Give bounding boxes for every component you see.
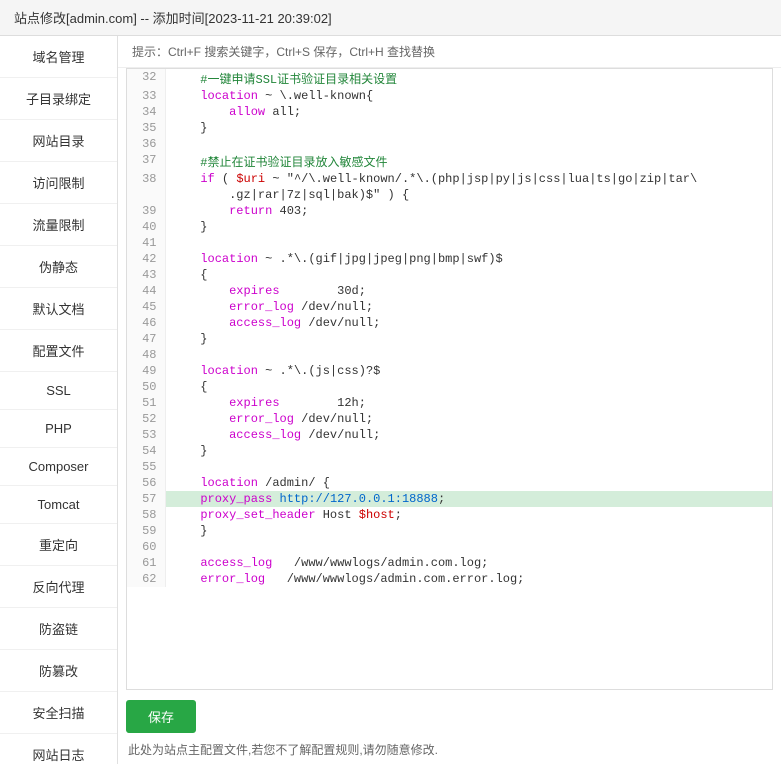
- line-number: 40: [127, 219, 165, 235]
- line-number: 62: [127, 571, 165, 587]
- sidebar-item-配置文件[interactable]: 配置文件: [0, 330, 117, 372]
- line-number: 50: [127, 379, 165, 395]
- line-code: access_log /dev/null;: [165, 315, 772, 331]
- line-code: proxy_set_header Host $host;: [165, 507, 772, 523]
- line-number: 60: [127, 539, 165, 555]
- sidebar-item-防篡改[interactable]: 防篡改: [0, 650, 117, 692]
- line-code: {: [165, 267, 772, 283]
- line-code: [165, 539, 772, 555]
- line-number: 49: [127, 363, 165, 379]
- line-code: #禁止在证书验证目录放入敏感文件: [165, 152, 772, 171]
- sidebar-item-重定向[interactable]: 重定向: [0, 524, 117, 566]
- line-number: 37: [127, 152, 165, 171]
- line-number: 32: [127, 69, 165, 88]
- line-code: }: [165, 120, 772, 136]
- line-number: 52: [127, 411, 165, 427]
- sidebar-item-伪静态[interactable]: 伪静态: [0, 246, 117, 288]
- line-code: access_log /dev/null;: [165, 427, 772, 443]
- line-number: 34: [127, 104, 165, 120]
- sidebar-item-网站日志[interactable]: 网站日志: [0, 734, 117, 764]
- line-number: 42: [127, 251, 165, 267]
- line-code: error_log /dev/null;: [165, 411, 772, 427]
- line-number: 35: [127, 120, 165, 136]
- line-code: [165, 347, 772, 363]
- sidebar-item-安全扫描[interactable]: 安全扫描: [0, 692, 117, 734]
- sidebar-item-PHP[interactable]: PHP: [0, 410, 117, 448]
- sidebar-item-Tomcat[interactable]: Tomcat: [0, 486, 117, 524]
- code-table: 32 #一键申请SSL证书验证目录相关设置33 location ~ \.wel…: [127, 69, 772, 587]
- line-number: 55: [127, 459, 165, 475]
- line-number: 45: [127, 299, 165, 315]
- line-code: allow all;: [165, 104, 772, 120]
- line-code: location ~ .*\.(gif|jpg|jpeg|png|bmp|swf…: [165, 251, 772, 267]
- sidebar-item-子目录绑定[interactable]: 子目录绑定: [0, 78, 117, 120]
- sidebar-item-域名管理[interactable]: 域名管理: [0, 36, 117, 78]
- sidebar-item-SSL[interactable]: SSL: [0, 372, 117, 410]
- line-code: error_log /www/wwwlogs/admin.com.error.l…: [165, 571, 772, 587]
- line-number: 44: [127, 283, 165, 299]
- title-text: 站点修改[admin.com] -- 添加时间[2023-11-21 20:39…: [14, 11, 332, 26]
- line-number: 38: [127, 171, 165, 187]
- line-code: expires 30d;: [165, 283, 772, 299]
- sidebar: 域名管理子目录绑定网站目录访问限制流量限制伪静态默认文档配置文件SSLPHPCo…: [0, 36, 118, 764]
- hint-bar: 提示：Ctrl+F 搜索关键字，Ctrl+S 保存，Ctrl+H 查找替换: [118, 36, 781, 68]
- line-number: 57: [127, 491, 165, 507]
- line-number: 51: [127, 395, 165, 411]
- line-number: 39: [127, 203, 165, 219]
- sidebar-item-Composer[interactable]: Composer: [0, 448, 117, 486]
- line-number: 54: [127, 443, 165, 459]
- line-code: location /admin/ {: [165, 475, 772, 491]
- line-number: 46: [127, 315, 165, 331]
- sidebar-item-流量限制[interactable]: 流量限制: [0, 204, 117, 246]
- code-editor[interactable]: 32 #一键申请SSL证书验证目录相关设置33 location ~ \.wel…: [126, 68, 773, 690]
- line-code: [165, 136, 772, 152]
- line-code: #一键申请SSL证书验证目录相关设置: [165, 69, 772, 88]
- line-code: }: [165, 331, 772, 347]
- title-bar: 站点修改[admin.com] -- 添加时间[2023-11-21 20:39…: [0, 0, 781, 36]
- line-number: 56: [127, 475, 165, 491]
- sidebar-item-反向代理[interactable]: 反向代理: [0, 566, 117, 608]
- line-number: 36: [127, 136, 165, 152]
- line-code: }: [165, 443, 772, 459]
- save-button[interactable]: 保存: [126, 700, 196, 733]
- line-code: }: [165, 523, 772, 539]
- line-number: 58: [127, 507, 165, 523]
- line-code: [165, 459, 772, 475]
- line-code: error_log /dev/null;: [165, 299, 772, 315]
- line-number: 33: [127, 88, 165, 104]
- sidebar-item-网站目录[interactable]: 网站目录: [0, 120, 117, 162]
- line-code: {: [165, 379, 772, 395]
- line-code: proxy_pass http://127.0.0.1:18888;: [165, 491, 772, 507]
- line-number: 53: [127, 427, 165, 443]
- line-code: [165, 235, 772, 251]
- line-number: 61: [127, 555, 165, 571]
- main-layout: 域名管理子目录绑定网站目录访问限制流量限制伪静态默认文档配置文件SSLPHPCo…: [0, 36, 781, 764]
- line-code: if ( $uri ~ "^/\.well-known/.*\.(php|jsp…: [165, 171, 772, 187]
- footer-area: 保存 此处为站点主配置文件,若您不了解配置规则,请勿随意修改.: [118, 690, 781, 764]
- sidebar-item-默认文档[interactable]: 默认文档: [0, 288, 117, 330]
- line-code: expires 12h;: [165, 395, 772, 411]
- footer-note: 此处为站点主配置文件,若您不了解配置规则,请勿随意修改.: [126, 741, 773, 758]
- line-code: location ~ .*\.(js|css)?$: [165, 363, 772, 379]
- line-code: }: [165, 219, 772, 235]
- line-number: 59: [127, 523, 165, 539]
- content-area: 提示：Ctrl+F 搜索关键字，Ctrl+S 保存，Ctrl+H 查找替换 32…: [118, 36, 781, 764]
- line-number: 48: [127, 347, 165, 363]
- line-number: 41: [127, 235, 165, 251]
- sidebar-item-访问限制[interactable]: 访问限制: [0, 162, 117, 204]
- line-number: 43: [127, 267, 165, 283]
- line-code: return 403;: [165, 203, 772, 219]
- line-number: [127, 187, 165, 203]
- sidebar-item-防盗链[interactable]: 防盗链: [0, 608, 117, 650]
- line-code: location ~ \.well-known{: [165, 88, 772, 104]
- line-code: access_log /www/wwwlogs/admin.com.log;: [165, 555, 772, 571]
- hint-text: 提示：Ctrl+F 搜索关键字，Ctrl+S 保存，Ctrl+H 查找替换: [132, 45, 435, 59]
- line-number: 47: [127, 331, 165, 347]
- line-code: .gz|rar|7z|sql|bak)$" ) {: [165, 187, 772, 203]
